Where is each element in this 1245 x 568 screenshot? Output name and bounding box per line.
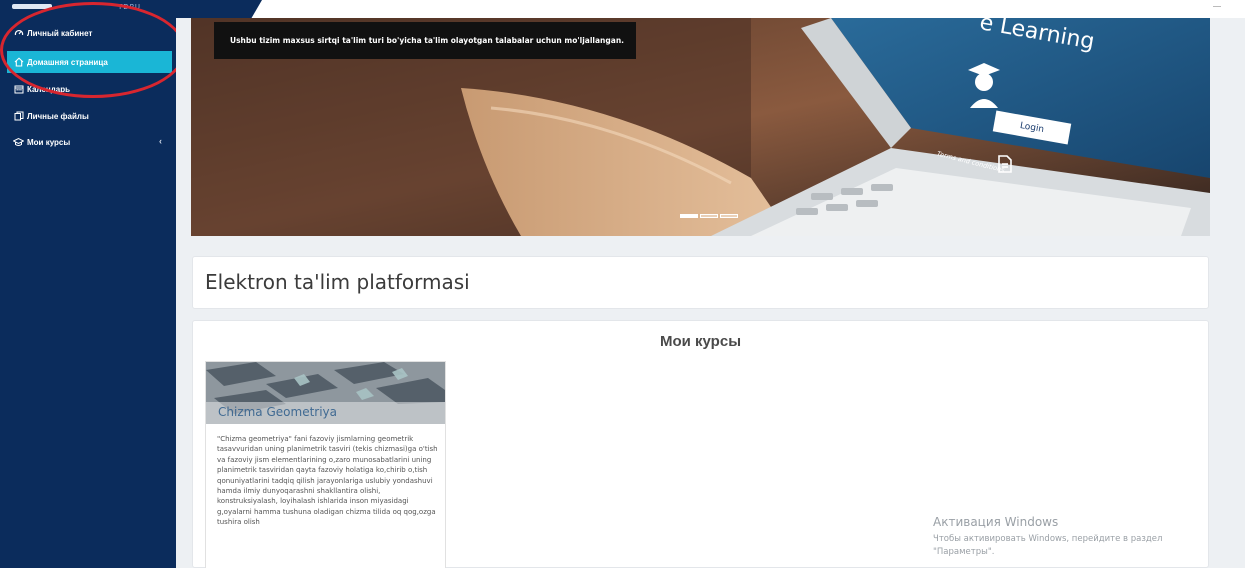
sidebar-item-files[interactable]: Личные файлы xyxy=(7,105,172,127)
brand-area[interactable]: TDPU xyxy=(0,0,262,18)
carousel-dot[interactable] xyxy=(720,214,738,218)
dashboard-icon xyxy=(13,28,24,39)
calendar-icon xyxy=(13,84,24,95)
brand-subtitle: TDPU xyxy=(118,3,142,11)
watermark-text: Чтобы активировать Windows, перейдите в … xyxy=(933,534,1163,557)
course-card[interactable]: Chizma Geometriya "Chizma geometriya" fa… xyxy=(205,361,446,568)
windows-activation-watermark: Активация Windows Чтобы активировать Win… xyxy=(933,515,1223,559)
sidebar-item-label: Домашняя страница xyxy=(27,57,108,67)
sidebar-item-home[interactable]: Домашняя страница xyxy=(7,51,172,73)
logo xyxy=(12,4,52,9)
watermark-title: Активация Windows xyxy=(933,515,1059,529)
sidebar-item-label: Календарь xyxy=(27,84,71,94)
page-title-card: Elektron ta'lim platformasi xyxy=(192,256,1209,309)
sidebar-item-dashboard[interactable]: Личный кабинет xyxy=(7,22,172,44)
sidebar-item-label: Мои курсы xyxy=(27,137,71,147)
window-minimize-mark xyxy=(1213,6,1221,7)
home-icon xyxy=(13,57,24,68)
sidebar-item-label: Личный кабинет xyxy=(27,28,93,38)
top-bar: TDPU xyxy=(0,0,1245,18)
course-description: "Chizma geometriya" fani fazoviy jismlar… xyxy=(217,435,438,527)
banner-caption: Ushbu tizim maxsus sirtqi ta'lim turi bo… xyxy=(214,22,637,59)
courses-heading: Мои курсы xyxy=(659,333,741,350)
graduation-cap-icon xyxy=(13,137,24,148)
sidebar-item-my-courses[interactable]: Мои курсы ‹ xyxy=(7,131,172,153)
course-title[interactable]: Chizma Geometriya xyxy=(218,405,337,419)
chevron-left-icon[interactable]: ‹ xyxy=(159,136,162,146)
files-icon xyxy=(13,111,24,122)
carousel-indicators xyxy=(680,214,738,218)
carousel-dot[interactable] xyxy=(700,214,718,218)
sidebar-item-label: Личные файлы xyxy=(27,111,89,121)
carousel-dot[interactable] xyxy=(680,214,698,218)
banner-carousel[interactable]: Ushbu tizim maxsus sirtqi ta'lim turi bo… xyxy=(191,18,1210,236)
main-content: Ushbu tizim maxsus sirtqi ta'lim turi bo… xyxy=(176,18,1245,568)
page-title: Elektron ta'lim platformasi xyxy=(205,270,470,294)
sidebar: Личный кабинет Домашняя страница Календа… xyxy=(0,18,176,568)
sidebar-item-calendar[interactable]: Календарь xyxy=(7,78,172,100)
